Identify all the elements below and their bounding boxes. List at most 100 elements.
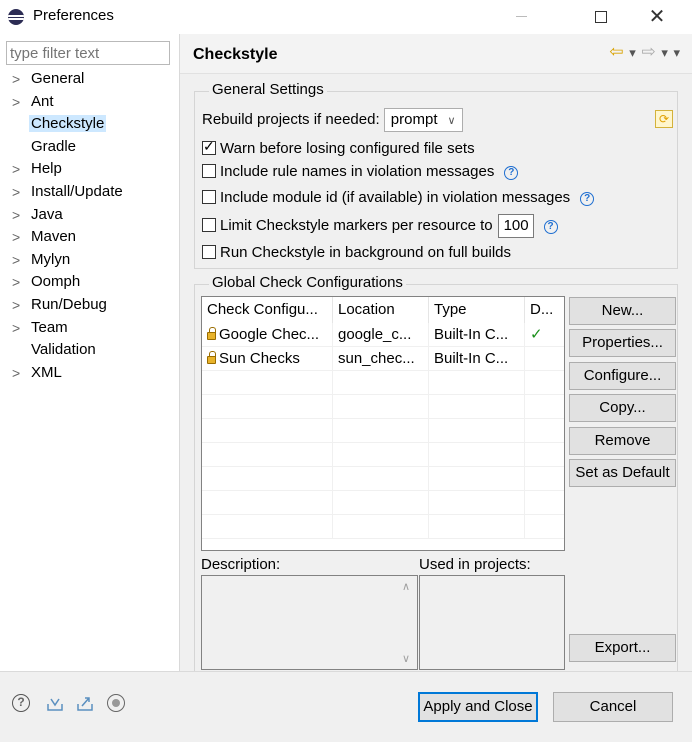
expand-arrow-icon[interactable]: >: [12, 317, 20, 340]
background-row[interactable]: Run Checkstyle in background on full bui…: [202, 244, 511, 261]
cell-name: Google Chec...: [202, 323, 333, 346]
scroll-up-icon[interactable]: ∧: [402, 580, 410, 593]
include-module-row[interactable]: Include module id (if available) in viol…: [202, 189, 595, 206]
table-row[interactable]: Google Chec... google_c... Built-In C...…: [202, 323, 564, 347]
cell-default: [525, 347, 564, 370]
filter-input[interactable]: [6, 41, 170, 65]
global-config-legend: Global Check Configurations: [209, 274, 406, 291]
expand-arrow-icon[interactable]: >: [12, 181, 20, 204]
expand-arrow-icon[interactable]: >: [12, 362, 20, 385]
expand-arrow-icon[interactable]: >: [12, 158, 20, 181]
properties-button[interactable]: Properties...: [569, 329, 676, 357]
column-header-type[interactable]: Type: [429, 297, 525, 323]
history-nav: ⇦ ▾ ⇨ ▾ ▾: [607, 42, 680, 62]
minimize-button[interactable]: [498, 4, 544, 30]
expand-arrow-icon[interactable]: >: [12, 271, 20, 294]
include-module-checkbox[interactable]: [202, 190, 216, 204]
tree-item-help[interactable]: > Help: [0, 158, 179, 181]
refresh-icon[interactable]: ⟳: [655, 110, 673, 128]
tree-item-oomph[interactable]: > Oomph: [0, 271, 179, 294]
expand-arrow-icon[interactable]: >: [12, 204, 20, 227]
page-header: Checkstyle ⇦ ▾ ⇨ ▾ ▾: [180, 34, 692, 74]
tree-item-mylyn[interactable]: > Mylyn: [0, 249, 179, 272]
warn-row[interactable]: Warn before losing configured file sets: [202, 138, 475, 157]
description-box[interactable]: ∧ ∨: [201, 575, 418, 670]
cell-name: Sun Checks: [202, 347, 333, 370]
copy-button[interactable]: Copy...: [569, 394, 676, 422]
tree-item-ant[interactable]: > Ant: [0, 91, 179, 114]
cancel-button[interactable]: Cancel: [553, 692, 673, 722]
help-icon[interactable]: ?: [580, 192, 595, 206]
import-icon[interactable]: [45, 694, 65, 714]
help-icon[interactable]: ?: [504, 166, 519, 180]
remove-button[interactable]: Remove: [569, 427, 676, 455]
tree-item-team[interactable]: > Team: [0, 317, 179, 340]
back-arrow-icon[interactable]: ⇦: [609, 42, 623, 62]
tree-item-checkstyle[interactable]: Checkstyle: [0, 113, 179, 136]
lock-icon: [207, 351, 216, 364]
default-check-icon: ✓: [525, 323, 564, 346]
close-button[interactable]: ✕: [634, 4, 680, 30]
column-header-default[interactable]: D...: [525, 297, 564, 323]
include-module-label: Include module id (if available) in viol…: [220, 189, 571, 206]
expand-arrow-icon[interactable]: >: [12, 68, 20, 91]
forward-dropdown-icon[interactable]: ▾: [661, 45, 668, 61]
warn-checkbox[interactable]: [202, 138, 216, 155]
limit-row[interactable]: Limit Checkstyle markers per resource to…: [202, 214, 558, 238]
limit-checkbox[interactable]: [202, 217, 216, 232]
column-header-name[interactable]: Check Configu...: [202, 297, 333, 323]
cell-location: google_c...: [333, 323, 429, 346]
maximize-button[interactable]: [578, 4, 624, 30]
general-settings-legend: General Settings: [209, 81, 327, 98]
background-checkbox[interactable]: [202, 245, 216, 259]
export-icon[interactable]: [75, 694, 95, 714]
tree-item-xml[interactable]: > XML: [0, 362, 179, 385]
title-bar: Preferences ✕: [0, 0, 692, 34]
record-icon[interactable]: [107, 694, 125, 712]
apply-and-close-button[interactable]: Apply and Close: [418, 692, 538, 722]
tree-item-run-debug[interactable]: > Run/Debug: [0, 294, 179, 317]
forward-arrow-icon[interactable]: ⇨: [641, 42, 655, 62]
preference-tree: > General > Ant Checkstyle Gradle > Help > I…: [0, 68, 179, 384]
eclipse-icon: [8, 9, 24, 25]
configure-button[interactable]: Configure...: [569, 362, 676, 390]
description-scrollbar[interactable]: ∧ ∨: [397, 576, 417, 669]
set-default-button[interactable]: Set as Default: [569, 459, 676, 487]
rebuild-row: Rebuild projects if needed: prompt ∨: [202, 108, 463, 132]
empty-row: [202, 419, 564, 443]
help-icon[interactable]: ?: [12, 694, 30, 712]
tree-item-java[interactable]: > Java: [0, 204, 179, 227]
export-button[interactable]: Export...: [569, 634, 676, 662]
expand-arrow-icon[interactable]: >: [12, 294, 20, 317]
empty-row: [202, 371, 564, 395]
tree-item-general[interactable]: > General: [0, 68, 179, 91]
warn-label: Warn before losing configured file sets: [220, 140, 475, 157]
table-row[interactable]: Sun Checks sun_chec... Built-In C...: [202, 347, 564, 371]
new-button[interactable]: New...: [569, 297, 676, 325]
expand-arrow-icon[interactable]: >: [12, 91, 20, 114]
expand-arrow-icon[interactable]: >: [12, 249, 20, 272]
expand-arrow-icon[interactable]: >: [12, 226, 20, 249]
used-in-projects-label: Used in projects:: [419, 556, 531, 573]
scroll-down-icon[interactable]: ∨: [402, 652, 410, 665]
table-header: Check Configu... Location Type D...: [202, 297, 564, 323]
used-in-projects-list[interactable]: [419, 575, 565, 670]
limit-input[interactable]: 100: [497, 214, 534, 238]
rebuild-combo[interactable]: prompt ∨: [383, 108, 463, 132]
lock-icon: [207, 327, 216, 340]
empty-row: [202, 443, 564, 467]
tree-item-maven[interactable]: > Maven: [0, 226, 179, 249]
page-title: Checkstyle: [193, 46, 278, 63]
column-header-location[interactable]: Location: [333, 297, 429, 323]
help-icon[interactable]: ?: [543, 219, 558, 234]
tree-item-install-update[interactable]: > Install/Update: [0, 181, 179, 204]
include-rule-row[interactable]: Include rule names in violation messages…: [202, 163, 519, 180]
preference-sidebar: >General >Ant Checkstyle Gradle >Help >I…: [0, 34, 179, 671]
tree-item-gradle[interactable]: Gradle: [0, 136, 179, 159]
tree-item-validation[interactable]: Validation: [0, 339, 179, 362]
cell-type: Built-In C...: [429, 323, 525, 346]
back-dropdown-icon[interactable]: ▾: [629, 45, 636, 61]
include-rule-checkbox[interactable]: [202, 164, 216, 178]
config-table: Check Configu... Location Type D... Goog…: [201, 296, 565, 551]
view-menu-icon[interactable]: ▾: [673, 45, 680, 61]
